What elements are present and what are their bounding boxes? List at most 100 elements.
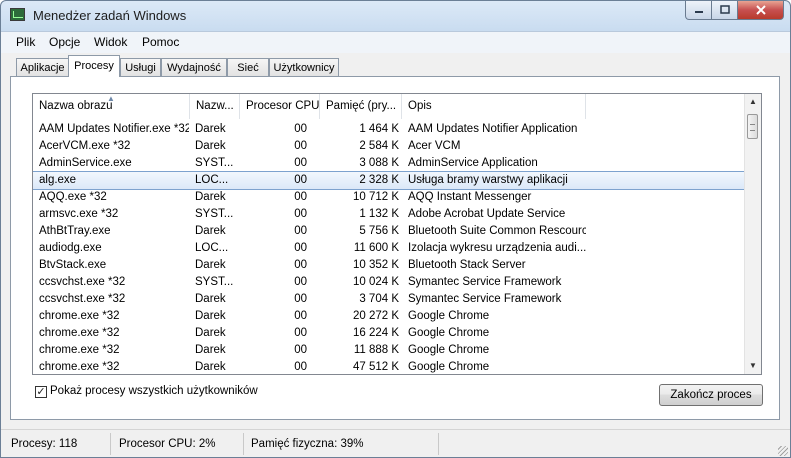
menu-help[interactable]: Pomoc bbox=[142, 35, 179, 49]
cell-user: SYST... bbox=[195, 276, 234, 288]
table-row[interactable]: chrome.exe *32 Darek 00 20 272 K Google Chro… bbox=[33, 308, 746, 325]
table-row[interactable]: audiodg.exe LOC... 00 11 600 K Izolacja wykr… bbox=[33, 240, 746, 257]
cell-user: Darek bbox=[195, 259, 226, 271]
cell-memory: 1 132 K bbox=[359, 208, 399, 220]
resize-grip-icon[interactable] bbox=[778, 446, 788, 456]
cell-memory: 2 328 K bbox=[359, 174, 399, 186]
status-memory: Pamięć fizyczna: 39% bbox=[251, 438, 364, 450]
cell-cpu: 00 bbox=[294, 208, 307, 220]
cell-user: Darek bbox=[195, 310, 226, 322]
table-row[interactable]: AAM Updates Notifier.exe *32 Darek 00 1 464… bbox=[33, 121, 746, 138]
table-row[interactable]: AcerVCM.exe *32 Darek 00 2 584 K Acer VCM bbox=[33, 138, 746, 155]
menu-view[interactable]: Widok bbox=[94, 35, 127, 49]
cell-memory: 2 584 K bbox=[359, 140, 399, 152]
menu-bar: Plik Opcje Widok Pomoc bbox=[1, 31, 790, 54]
menu-options[interactable]: Opcje bbox=[49, 35, 80, 49]
table-row[interactable]: ccsvchst.exe *32 Darek 00 3 704 K Symantec S… bbox=[33, 291, 746, 308]
table-row[interactable]: AthBtTray.exe Darek 00 5 756 K Bluetooth Sui… bbox=[33, 223, 746, 240]
maximize-icon bbox=[719, 5, 730, 14]
cell-description: Google Chrome bbox=[408, 361, 490, 373]
cell-image-name: armsvc.exe *32 bbox=[39, 208, 119, 220]
cell-user: Darek bbox=[195, 191, 226, 203]
cell-cpu: 00 bbox=[294, 276, 307, 288]
cell-description: Acer VCM bbox=[408, 140, 461, 152]
task-manager-window: Menedżer zadań Windows Plik Opcje Widok … bbox=[0, 0, 791, 458]
cell-image-name: ccsvchst.exe *32 bbox=[39, 293, 126, 305]
sort-ascending-icon: ▲ bbox=[107, 94, 115, 103]
table-row[interactable]: armsvc.exe *32 SYST... 00 1 132 K Adobe Acro… bbox=[33, 206, 746, 223]
cell-memory: 11 888 K bbox=[353, 344, 399, 356]
cell-user: SYST... bbox=[195, 157, 234, 169]
process-list[interactable]: Nazwa obrazu ▲ Nazw... Procesor CPU Pami… bbox=[32, 93, 762, 375]
task-manager-icon bbox=[10, 8, 25, 21]
close-button[interactable] bbox=[738, 1, 784, 20]
column-header-image-name[interactable]: Nazwa obrazu ▲ bbox=[33, 94, 190, 119]
cell-image-name: alg.exe bbox=[39, 174, 77, 186]
tab-network[interactable]: Sieć bbox=[227, 58, 269, 76]
maximize-button[interactable] bbox=[712, 1, 738, 20]
tab-users[interactable]: Użytkownicy bbox=[269, 58, 339, 76]
close-icon bbox=[755, 5, 766, 15]
cell-cpu: 00 bbox=[294, 140, 307, 152]
cell-image-name: AcerVCM.exe *32 bbox=[39, 140, 131, 152]
menu-file[interactable]: Plik bbox=[16, 35, 35, 49]
checkmark-icon: ✓ bbox=[36, 386, 46, 398]
cell-user: Darek bbox=[195, 361, 226, 373]
cell-user: LOC... bbox=[195, 174, 229, 186]
table-row[interactable]: alg.exe LOC... 00 2 328 K Usługa bramy warst… bbox=[33, 171, 747, 190]
cell-cpu: 00 bbox=[294, 259, 307, 271]
window-title: Menedżer zadań Windows bbox=[33, 8, 187, 23]
cell-description: Adobe Acrobat Update Service bbox=[408, 208, 566, 220]
cell-user: LOC... bbox=[195, 242, 229, 254]
cell-memory: 5 756 K bbox=[359, 225, 399, 237]
tab-applications[interactable]: Aplikacje bbox=[16, 58, 69, 76]
tab-processes[interactable]: Procesy bbox=[68, 55, 120, 77]
tab-performance[interactable]: Wydajność bbox=[161, 58, 227, 76]
cell-user: Darek bbox=[195, 327, 226, 339]
window-controls bbox=[685, 1, 784, 21]
table-row[interactable]: chrome.exe *32 Darek 00 16 224 K Google Chro… bbox=[33, 325, 746, 342]
column-header-cpu[interactable]: Procesor CPU bbox=[240, 94, 320, 119]
cell-user: Darek bbox=[195, 344, 226, 356]
cell-cpu: 00 bbox=[294, 174, 307, 186]
status-separator bbox=[110, 433, 111, 455]
cell-memory: 3 088 K bbox=[359, 157, 399, 169]
vertical-scrollbar[interactable]: ▲ ▼ bbox=[744, 94, 761, 374]
cell-memory: 11 600 K bbox=[353, 242, 399, 254]
cell-cpu: 00 bbox=[294, 242, 307, 254]
table-row[interactable]: chrome.exe *32 Darek 00 47 512 K Google Chro… bbox=[33, 359, 746, 374]
cell-cpu: 00 bbox=[294, 310, 307, 322]
column-header-description[interactable]: Opis bbox=[402, 94, 586, 119]
column-header-user[interactable]: Nazw... bbox=[190, 94, 240, 119]
cell-image-name: chrome.exe *32 bbox=[39, 327, 120, 339]
status-bar: Procesy: 118 Procesor CPU: 2% Pamięć fiz… bbox=[1, 429, 790, 457]
cell-description: AAM Updates Notifier Application bbox=[408, 123, 578, 135]
cell-description: Usługa bramy warstwy aplikacji bbox=[408, 174, 568, 186]
column-header-memory[interactable]: Pamięć (pry... bbox=[320, 94, 402, 119]
title-bar[interactable]: Menedżer zadań Windows bbox=[1, 1, 790, 31]
table-row[interactable]: ccsvchst.exe *32 SYST... 00 10 024 K Symante… bbox=[33, 274, 746, 291]
cell-image-name: AdminService.exe bbox=[39, 157, 132, 169]
table-row[interactable]: AQQ.exe *32 Darek 00 10 712 K AQQ Instant Me… bbox=[33, 189, 746, 206]
cell-cpu: 00 bbox=[294, 225, 307, 237]
cell-cpu: 00 bbox=[294, 293, 307, 305]
cell-memory: 10 024 K bbox=[352, 276, 399, 288]
status-separator bbox=[243, 433, 244, 455]
table-row[interactable]: chrome.exe *32 Darek 00 11 888 K Google Chro… bbox=[33, 342, 746, 359]
scroll-down-icon[interactable]: ▼ bbox=[745, 358, 761, 374]
minimize-button[interactable] bbox=[685, 1, 712, 20]
cell-cpu: 00 bbox=[294, 123, 307, 135]
table-row[interactable]: BtvStack.exe Darek 00 10 352 K Bluetooth Sta… bbox=[33, 257, 746, 274]
show-all-users-label[interactable]: Pokaż procesy wszystkich użytkowników bbox=[50, 385, 258, 397]
cell-image-name: chrome.exe *32 bbox=[39, 361, 120, 373]
tab-services[interactable]: Usługi bbox=[120, 58, 161, 76]
show-all-users-checkbox[interactable]: ✓ bbox=[35, 386, 47, 398]
scroll-up-icon[interactable]: ▲ bbox=[745, 94, 761, 110]
end-process-button[interactable]: Zakończ proces bbox=[659, 384, 763, 406]
cell-user: SYST... bbox=[195, 208, 234, 220]
cell-memory: 47 512 K bbox=[352, 361, 399, 373]
cell-image-name: chrome.exe *32 bbox=[39, 310, 120, 322]
scrollbar-thumb[interactable] bbox=[747, 114, 758, 139]
table-row[interactable]: AdminService.exe SYST... 00 3 088 K AdminSer… bbox=[33, 155, 746, 172]
status-separator bbox=[438, 433, 439, 455]
